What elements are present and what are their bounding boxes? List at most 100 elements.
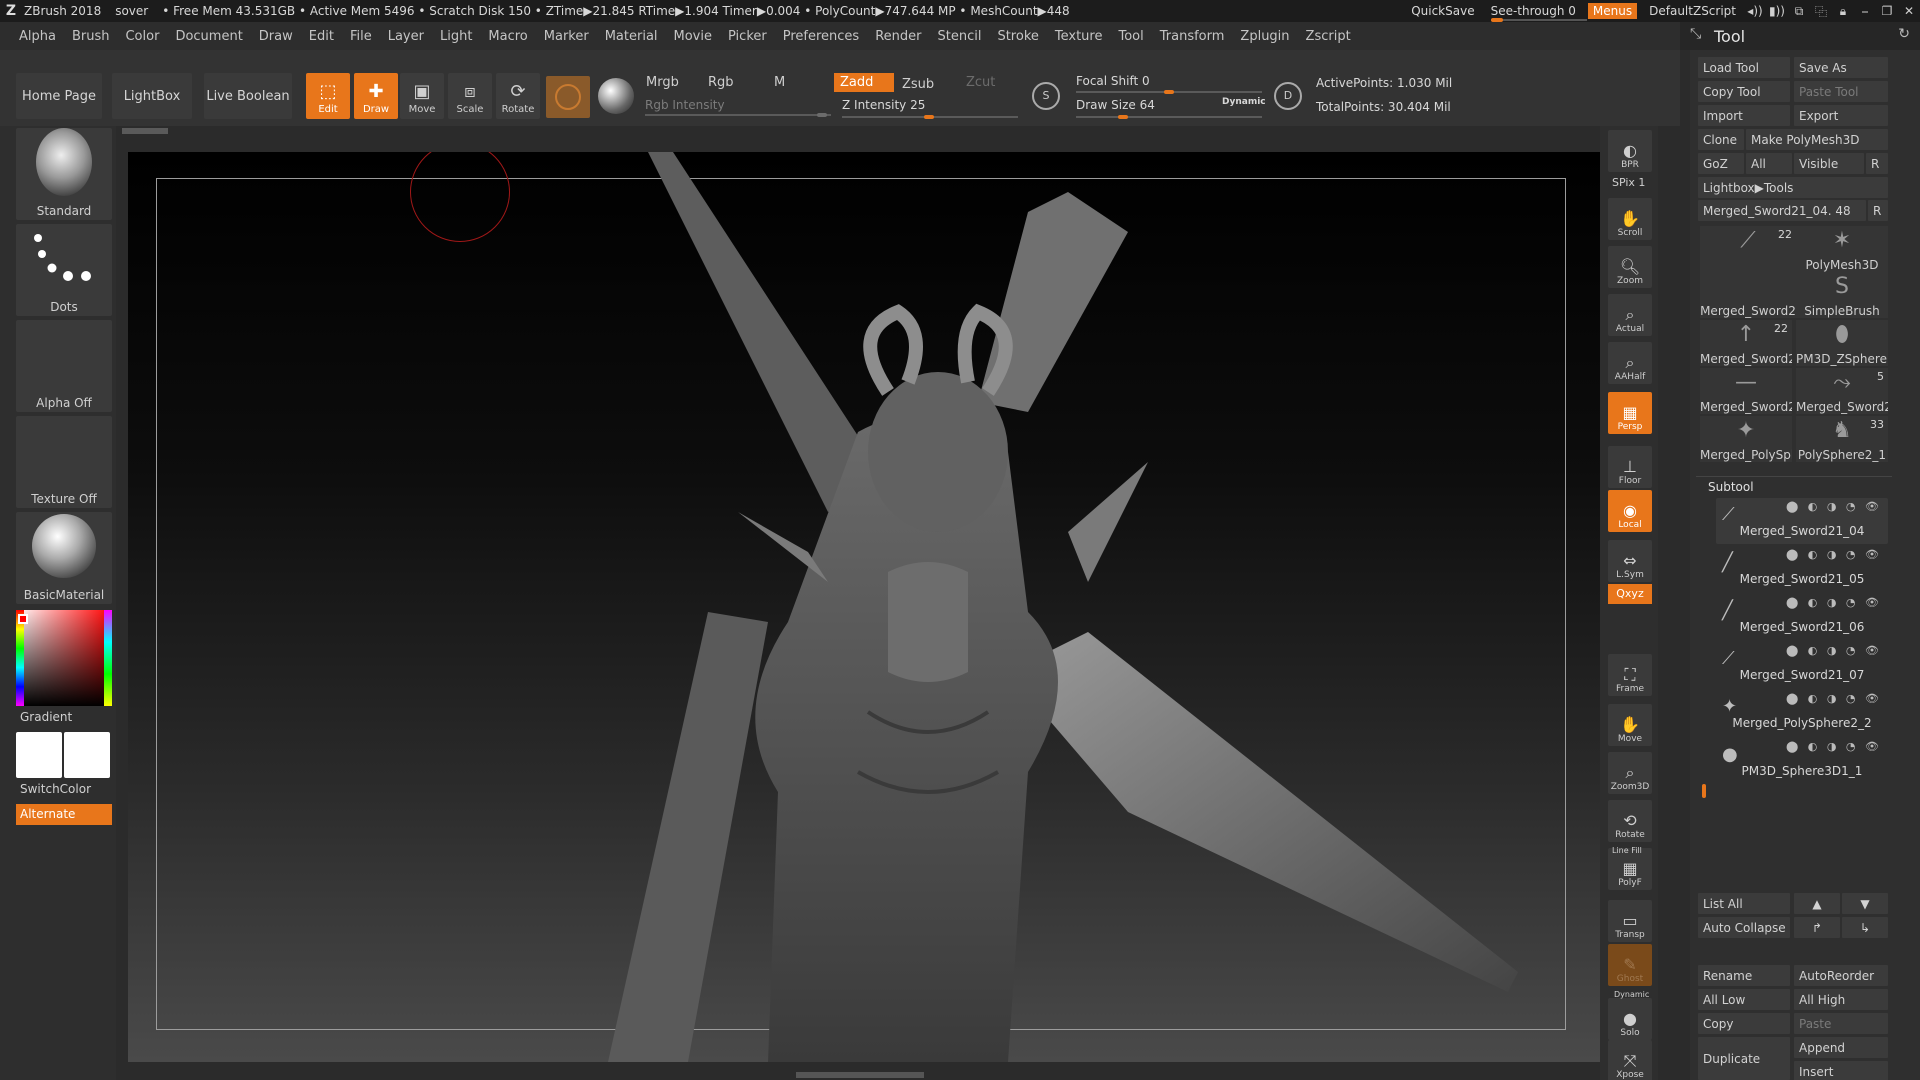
- current-tool-slider[interactable]: Merged_Sword21_04. 48: [1698, 200, 1866, 221]
- linefill-label[interactable]: Line Fill: [1612, 846, 1642, 855]
- refresh-icon[interactable]: ↻: [1898, 26, 1910, 42]
- copy-tool-button[interactable]: Copy Tool: [1698, 81, 1790, 102]
- goz-visible-button[interactable]: Visible: [1794, 153, 1864, 174]
- menu-render[interactable]: Render: [875, 29, 921, 44]
- aahalf-button[interactable]: ⌕ AAHalf: [1608, 342, 1652, 384]
- clone-button[interactable]: Clone: [1698, 129, 1744, 150]
- subtool-item[interactable]: ⟋ ⬤ ◐ ◑ ◔ 👁︎ Merged_Sword21_04: [1716, 498, 1888, 544]
- alpha-selector[interactable]: Alpha Off: [16, 320, 112, 412]
- local-button[interactable]: ◉ Local: [1608, 490, 1652, 532]
- tool-thumbnail[interactable]: ⟋ 22 Merged_Sword2: [1700, 226, 1796, 318]
- move-up-icon[interactable]: ▲: [1794, 893, 1840, 914]
- lightbox-button[interactable]: LightBox: [112, 73, 192, 119]
- subtool-item[interactable]: ● ⬤ ◐ ◑ ◔ 👁︎ PM3D_Sphere3D1_1: [1716, 738, 1888, 784]
- menu-brush[interactable]: Brush: [72, 29, 110, 44]
- m-button[interactable]: M: [768, 73, 818, 92]
- zoom3d-button[interactable]: ⌕ Zoom3D: [1608, 752, 1652, 794]
- transp-button[interactable]: ▭ Transp: [1608, 900, 1652, 942]
- layout-icon[interactable]: ⧉: [1788, 4, 1810, 19]
- import-button[interactable]: Import: [1698, 105, 1790, 126]
- subtool-item[interactable]: ✦ ⬤ ◐ ◑ ◔ 👁︎ Merged_PolySphere2_2: [1716, 690, 1888, 736]
- tool-thumbnail[interactable]: S SimpleBrush: [1796, 272, 1888, 318]
- tool-thumbnail[interactable]: ✦ Merged_PolySph: [1700, 416, 1792, 462]
- menu-draw[interactable]: Draw: [259, 29, 293, 44]
- menu-marker[interactable]: Marker: [544, 29, 589, 44]
- edit-mode-button[interactable]: ⬚ Edit: [306, 73, 350, 119]
- tool-pin-icon[interactable]: ⤡: [1690, 26, 1701, 42]
- tool-thumbnail[interactable]: ✶ PolyMesh3D: [1796, 226, 1888, 272]
- menu-alpha[interactable]: Alpha: [19, 29, 56, 44]
- switchcolor-button[interactable]: SwitchColor: [20, 782, 91, 796]
- seethrough-slider[interactable]: See-through 0: [1490, 4, 1587, 22]
- lightbox-tools-button[interactable]: Lightbox▶Tools: [1698, 177, 1888, 198]
- export-button[interactable]: Export: [1794, 105, 1888, 126]
- home-page-button[interactable]: Home Page: [16, 73, 102, 119]
- autoreorder-button[interactable]: AutoReorder: [1794, 965, 1888, 986]
- menu-edit[interactable]: Edit: [309, 29, 334, 44]
- menu-movie[interactable]: Movie: [674, 29, 712, 44]
- maximize-icon[interactable]: ❐: [1876, 4, 1898, 18]
- all-high-button[interactable]: All High: [1794, 989, 1888, 1010]
- scale-mode-button[interactable]: ⧈ Scale: [448, 73, 492, 119]
- move-view-button[interactable]: ✋ Move: [1608, 704, 1652, 746]
- rotate-view-button[interactable]: ⟲ Rotate: [1608, 800, 1652, 842]
- menu-light[interactable]: Light: [440, 29, 472, 44]
- rename-button[interactable]: Rename: [1698, 965, 1790, 986]
- move-down-icon[interactable]: ▼: [1842, 893, 1888, 914]
- focal-shift-slider[interactable]: [1076, 90, 1262, 94]
- material-swatch[interactable]: [546, 76, 590, 118]
- save-as-button[interactable]: Save As: [1794, 57, 1888, 78]
- menus-button[interactable]: Menus: [1587, 3, 1638, 19]
- texture-selector[interactable]: Texture Off: [16, 416, 112, 508]
- gradient-label[interactable]: Gradient: [20, 710, 72, 724]
- subtool-item[interactable]: ╱ ⬤ ◐ ◑ ◔ 👁︎ Merged_Sword21_06: [1716, 594, 1888, 640]
- make-polymesh3d-button[interactable]: Make PolyMesh3D: [1746, 129, 1888, 150]
- dynamic-label[interactable]: Dynamic: [1614, 990, 1649, 999]
- draw-size-readout[interactable]: Draw Size 64: [1076, 98, 1155, 112]
- solo-button[interactable]: ● Solo: [1608, 998, 1652, 1040]
- frame-button[interactable]: ⛶ Frame: [1608, 654, 1652, 696]
- stroke-selector[interactable]: Dots: [16, 224, 112, 316]
- auto-collapse-button[interactable]: Auto Collapse: [1698, 917, 1790, 938]
- material-selector[interactable]: BasicMaterial: [16, 512, 112, 604]
- subtool-visibility-icon[interactable]: ⬤ ◐ ◑ ◔ 👁︎: [1786, 596, 1882, 609]
- tool-thumbnail[interactable]: ♞ 33 PolySphere2_1: [1796, 416, 1888, 462]
- subtool-item[interactable]: ⟋ ⬤ ◐ ◑ ◔ 👁︎ Merged_Sword21_07: [1716, 642, 1888, 688]
- z-intensity-readout[interactable]: Z Intensity 25: [842, 98, 925, 112]
- arrow-right-icon[interactable]: ↱: [1794, 917, 1840, 938]
- spotlight-s-icon[interactable]: S: [1032, 82, 1060, 110]
- menu-material[interactable]: Material: [605, 29, 658, 44]
- z-intensity-slider[interactable]: [842, 115, 1018, 119]
- minimize-icon[interactable]: ⎯: [1854, 4, 1876, 19]
- tool-thumbnail[interactable]: ⬮ PM3D_ZSphere1: [1796, 320, 1888, 366]
- duplicate-button[interactable]: Duplicate: [1698, 1037, 1790, 1080]
- zadd-button[interactable]: Zadd: [834, 73, 894, 92]
- goz-all-button[interactable]: All: [1746, 153, 1792, 174]
- scroll-button[interactable]: ✋ Scroll: [1608, 198, 1652, 240]
- tool-thumbnail[interactable]: — Merged_Sword2: [1700, 368, 1792, 414]
- persp-button[interactable]: ▦ Persp: [1608, 392, 1652, 434]
- document-canvas[interactable]: [128, 152, 1600, 1062]
- arrow-down-right-icon[interactable]: ↳: [1842, 917, 1888, 938]
- alternate-button[interactable]: Alternate: [16, 804, 112, 825]
- zcut-button[interactable]: Zcut: [960, 73, 1010, 92]
- subtool-header[interactable]: Subtool: [1696, 476, 1892, 496]
- paste-tool-button[interactable]: Paste Tool: [1794, 81, 1888, 102]
- quicksave-button[interactable]: QuickSave: [1411, 4, 1474, 18]
- subtool-visibility-icon[interactable]: ⬤ ◐ ◑ ◔ 👁︎: [1786, 740, 1882, 753]
- ghost-button[interactable]: ✎ Ghost: [1608, 944, 1652, 986]
- focal-shift-readout[interactable]: Focal Shift 0: [1076, 74, 1150, 88]
- menu-layer[interactable]: Layer: [388, 29, 424, 44]
- menu-file[interactable]: File: [350, 29, 372, 44]
- subtool-paste-button[interactable]: Paste: [1794, 1013, 1888, 1034]
- rgb-intensity-slider[interactable]: [645, 113, 831, 117]
- close-icon[interactable]: ✕: [1898, 4, 1920, 18]
- default-zscript-button[interactable]: DefaultZScript: [1649, 4, 1736, 18]
- append-button[interactable]: Append: [1794, 1037, 1888, 1058]
- rotate-mode-button[interactable]: ⟳ Rotate: [496, 73, 540, 119]
- lsym-button[interactable]: ⇔ L.Sym: [1608, 540, 1652, 582]
- goz-r-button[interactable]: R: [1866, 153, 1888, 174]
- list-all-button[interactable]: List All: [1698, 893, 1790, 914]
- live-boolean-button[interactable]: Live Boolean: [204, 73, 292, 119]
- zsub-button[interactable]: Zsub: [896, 75, 952, 94]
